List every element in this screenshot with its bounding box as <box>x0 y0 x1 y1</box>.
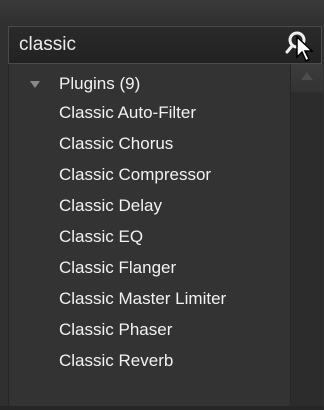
plugin-item[interactable]: Classic Chorus <box>9 130 291 158</box>
plugin-item[interactable]: Classic Auto-Filter <box>9 99 291 127</box>
group-plugins[interactable]: Plugins (9) <box>9 70 291 98</box>
plugin-item-label: Classic Reverb <box>59 351 174 370</box>
plugin-item[interactable]: Classic Compressor <box>9 161 291 189</box>
scroll-up-button[interactable] <box>291 64 323 92</box>
plugin-item[interactable]: Classic Reverb <box>9 347 291 375</box>
search-button[interactable] <box>283 29 317 63</box>
plugin-item-label: Classic Compressor <box>59 165 212 184</box>
plugin-item-label: Classic Auto-Filter <box>59 103 196 122</box>
group-label: Plugins (9) <box>59 74 141 93</box>
bottom-border <box>0 406 324 410</box>
search-bar <box>8 26 322 64</box>
triangle-down-icon[interactable] <box>30 81 40 88</box>
plugin-item[interactable]: Classic EQ <box>9 223 291 251</box>
search-input[interactable] <box>19 27 289 63</box>
plugin-item-label: Classic Delay <box>59 196 162 215</box>
triangle-up-icon <box>301 72 313 80</box>
plugin-item-label: Classic Flanger <box>59 258 177 277</box>
mouse-pointer-icon <box>296 35 314 63</box>
plugin-item[interactable]: Classic Delay <box>9 192 291 220</box>
plugin-item[interactable]: Classic Flanger <box>9 254 291 282</box>
plugin-item-label: Classic Master Limiter <box>59 289 227 308</box>
plugin-list: Plugins (9) Classic Auto-Filter Classic C… <box>8 64 291 406</box>
plugin-item-label: Classic Chorus <box>59 134 174 153</box>
header-strip <box>0 0 324 26</box>
plugin-item[interactable]: Classic Master Limiter <box>9 285 291 313</box>
plugin-browser-panel: Plugins (9) Classic Auto-Filter Classic C… <box>0 0 324 410</box>
plugin-item-label: Classic Phaser <box>59 320 173 339</box>
plugin-item-label: Classic EQ <box>59 227 144 246</box>
scrollbar[interactable] <box>290 64 323 406</box>
plugin-item[interactable]: Classic Phaser <box>9 316 291 344</box>
